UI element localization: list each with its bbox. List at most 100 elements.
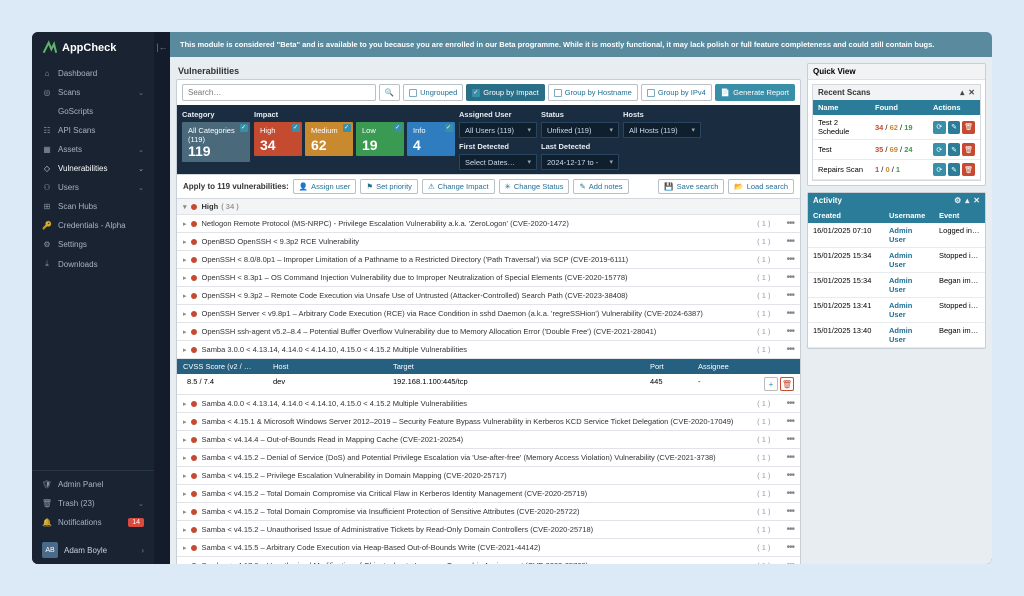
sidebar-item-vulnerabilities[interactable]: ◇Vulnerabilities⌄ xyxy=(32,159,154,178)
vuln-row[interactable]: ▸Samba < v4.15.2 – Total Domain Compromi… xyxy=(177,503,800,521)
caret-icon[interactable]: ▸ xyxy=(183,220,187,228)
assigned-user-select[interactable]: All Users (119)▾ xyxy=(459,122,537,138)
current-user[interactable]: AB Adam Boyle › xyxy=(32,536,154,564)
more-icon[interactable]: ••• xyxy=(786,272,794,283)
more-icon[interactable]: ••• xyxy=(786,398,794,409)
vuln-row[interactable]: ▸OpenSSH Server < v9.8p1 – Arbitrary Cod… xyxy=(177,305,800,323)
last-detected-select[interactable]: 2024-12-17 to -▾ xyxy=(541,154,619,170)
caret-icon[interactable]: ▸ xyxy=(183,274,187,282)
caret-icon[interactable]: ▸ xyxy=(183,436,187,444)
sidebar-item-scans[interactable]: ◎Scans⌄ xyxy=(32,83,154,102)
more-icon[interactable]: ••• xyxy=(786,218,794,229)
close-icon[interactable]: ✕ xyxy=(968,88,975,97)
caret-icon[interactable]: ▸ xyxy=(183,346,187,354)
caret-icon[interactable]: ▸ xyxy=(183,310,187,318)
search-input[interactable] xyxy=(182,84,376,101)
caret-icon[interactable]: ▸ xyxy=(183,526,187,534)
vuln-row[interactable]: ▸OpenSSH ssh-agent v5.2–8.4 – Potential … xyxy=(177,323,800,341)
first-detected-select[interactable]: Select Dates…▾ xyxy=(459,154,537,170)
vuln-row[interactable]: ▸Samba < v4.15.5 – Arbitrary Code Execut… xyxy=(177,539,800,557)
more-icon[interactable]: ••• xyxy=(786,560,794,564)
refresh-icon[interactable]: ⟳ xyxy=(933,163,946,176)
vuln-row[interactable]: ▸Samba < v4.15.2 – Total Domain Compromi… xyxy=(177,485,800,503)
group-ipv4[interactable]: Group by IPv4 xyxy=(641,84,712,101)
vuln-row[interactable]: ▸OpenBSD OpenSSH < 9.3p2 RCE Vulnerabili… xyxy=(177,233,800,251)
category-tile[interactable]: All Categories (119) 119 xyxy=(182,122,250,162)
recent-scan-row[interactable]: Test35 / 69 / 24⟳✎🗑 xyxy=(813,140,980,160)
caret-icon[interactable]: ▸ xyxy=(183,292,187,300)
more-icon[interactable]: ••• xyxy=(786,254,794,265)
save-search-button[interactable]: 💾 Save search xyxy=(658,179,724,194)
caret-icon[interactable]: ▸ xyxy=(183,418,187,426)
collapse-icon[interactable]: ▴ xyxy=(965,196,969,205)
sidebar-collapse[interactable]: |← xyxy=(154,32,170,564)
change-impact-button[interactable]: ⚠ Change Impact xyxy=(422,179,495,194)
status-select[interactable]: Unfixed (119)▾ xyxy=(541,122,619,138)
activity-user-link[interactable]: Admin User xyxy=(884,298,934,322)
group-header-high[interactable]: ▾ High ( 34 ) xyxy=(177,199,800,215)
caret-icon[interactable]: ▸ xyxy=(183,544,187,552)
sidebar-item-admin-panel[interactable]: 🛡Admin Panel xyxy=(32,475,154,494)
more-icon[interactable]: ••• xyxy=(786,416,794,427)
sidebar-item-goscripts[interactable]: GoScripts xyxy=(32,102,154,121)
group-hostname[interactable]: Group by Hostname xyxy=(548,84,638,101)
vuln-row[interactable]: ▸OpenSSH < 8.3p1 – OS Command Injection … xyxy=(177,269,800,287)
severity-tile-low[interactable]: Low19 xyxy=(356,122,404,156)
set-priority-button[interactable]: ⚑ Set priority xyxy=(360,179,418,194)
severity-tile-info[interactable]: Info4 xyxy=(407,122,455,156)
caret-icon[interactable]: ▸ xyxy=(183,508,187,516)
sidebar-item-dashboard[interactable]: ⌂Dashboard xyxy=(32,64,154,83)
caret-icon[interactable]: ▸ xyxy=(183,490,187,498)
change-status-button[interactable]: ✳ Change Status xyxy=(499,179,570,194)
activity-user-link[interactable]: Admin User xyxy=(884,323,934,347)
caret-icon[interactable]: ▸ xyxy=(183,400,187,408)
group-impact[interactable]: Group by Impact xyxy=(466,84,544,101)
caret-icon[interactable]: ▸ xyxy=(183,238,187,246)
add-button[interactable]: + xyxy=(764,377,778,391)
add-notes-button[interactable]: ✎ Add notes xyxy=(573,179,628,194)
vuln-row[interactable]: ▸Samba < v4.15.2 – Privilege Escalation … xyxy=(177,467,800,485)
sidebar-item-api-scans[interactable]: ☷API Scans xyxy=(32,121,154,140)
delete-icon[interactable]: 🗑 xyxy=(962,121,975,134)
vuln-row[interactable]: ▸Samba 3.0.0 < 4.13.14, 4.14.0 < 4.14.10… xyxy=(177,341,800,359)
delete-icon[interactable]: 🗑 xyxy=(962,143,975,156)
sidebar-item-credentials-alpha[interactable]: 🔑Credentials - Alpha xyxy=(32,216,154,235)
more-icon[interactable]: ••• xyxy=(786,236,794,247)
assign-user-button[interactable]: 👤 Assign user xyxy=(293,179,357,194)
more-icon[interactable]: ••• xyxy=(786,326,794,337)
refresh-icon[interactable]: ⟳ xyxy=(933,143,946,156)
gear-icon[interactable]: ⚙ xyxy=(954,196,961,205)
sidebar-item-assets[interactable]: ▦Assets⌄ xyxy=(32,140,154,159)
sidebar-item-users[interactable]: ⚇Users⌄ xyxy=(32,178,154,197)
more-icon[interactable]: ••• xyxy=(786,344,794,355)
caret-icon[interactable]: ▸ xyxy=(183,328,187,336)
more-icon[interactable]: ••• xyxy=(786,524,794,535)
caret-icon[interactable]: ▸ xyxy=(183,562,187,565)
vuln-row[interactable]: ▸Netlogon Remote Protocol (MS-NRPC) - Pr… xyxy=(177,215,800,233)
severity-tile-high[interactable]: High34 xyxy=(254,122,302,156)
more-icon[interactable]: ••• xyxy=(786,452,794,463)
delete-icon[interactable]: 🗑 xyxy=(962,163,975,176)
vuln-row[interactable]: ▸Samba < v4.15.2 – Unauthorised Issue of… xyxy=(177,521,800,539)
group-ungrouped[interactable]: Ungrouped xyxy=(403,84,463,101)
sidebar-item-trash-23-[interactable]: 🗑Trash (23)⌄ xyxy=(32,494,154,513)
refresh-icon[interactable]: ⟳ xyxy=(933,121,946,134)
sidebar-item-notifications[interactable]: 🔔Notifications14 xyxy=(32,513,154,532)
load-search-button[interactable]: 📂 Load search xyxy=(728,179,794,194)
activity-user-link[interactable]: Admin User xyxy=(884,273,934,297)
more-icon[interactable]: ••• xyxy=(786,434,794,445)
vuln-row[interactable]: ▸Samba < v4.15.2 – Denial of Service (Do… xyxy=(177,449,800,467)
more-icon[interactable]: ••• xyxy=(786,308,794,319)
more-icon[interactable]: ••• xyxy=(786,542,794,553)
vuln-row[interactable]: ▸OpenSSH < 9.3p2 – Remote Code Execution… xyxy=(177,287,800,305)
recent-scan-row[interactable]: Repairs Scan1 / 0 / 1⟳✎🗑 xyxy=(813,160,980,180)
more-icon[interactable]: ••• xyxy=(786,470,794,481)
caret-icon[interactable]: ▾ xyxy=(183,203,187,211)
severity-tile-medium[interactable]: Medium62 xyxy=(305,122,353,156)
subtable-row[interactable]: 8.5 / 7.4dev192.168.1.100:445/tcp445-+🗑 xyxy=(177,374,800,395)
more-icon[interactable]: ••• xyxy=(786,506,794,517)
vuln-row[interactable]: ▸Samba < v4.17.8 – Unauthorised Modifica… xyxy=(177,557,800,564)
edit-icon[interactable]: ✎ xyxy=(948,121,961,134)
generate-report-button[interactable]: 📄 Generate Report xyxy=(715,84,795,101)
activity-user-link[interactable]: Admin User xyxy=(884,223,934,247)
